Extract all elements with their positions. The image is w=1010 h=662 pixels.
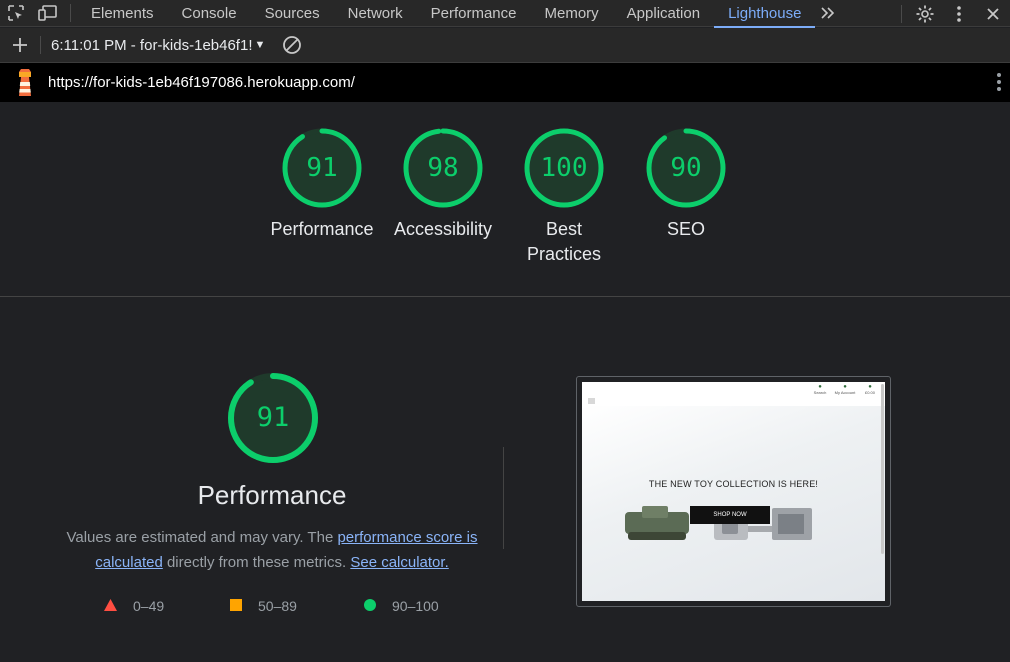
screenshot-image: ● Search ● My Account ● £0.00 THE NEW TO…	[582, 382, 885, 601]
gauge-score: 98	[427, 153, 459, 183]
gauge-label: Accessibility	[393, 219, 493, 239]
gauge-seo[interactable]: 90 SEO	[626, 127, 746, 242]
report-selector-label: 6:11:01 PM - for-kids-1eb46f1!	[51, 36, 253, 54]
section-divider	[503, 447, 504, 549]
site-account-label: My Account	[834, 390, 856, 395]
orange-square-icon	[230, 598, 242, 614]
gauge-label: SEO	[666, 219, 705, 239]
report-url[interactable]: https://for-kids-1eb46f197086.herokuapp.…	[48, 74, 355, 91]
final-screenshot-thumbnail[interactable]: ● Search ● My Account ● £0.00 THE NEW TO…	[576, 376, 891, 607]
score-summary: 91 Performance 98 Accessibility 100 Best…	[0, 102, 1010, 297]
report-selector[interactable]: 6:11:01 PM - for-kids-1eb46f1! ▼	[51, 37, 265, 54]
gauge-accessibility[interactable]: 98 Accessibility	[383, 127, 503, 242]
performance-description: Values are estimated and may vary. The p…	[62, 525, 482, 575]
toolbar-divider	[40, 36, 41, 54]
gauge-ring: 91	[281, 127, 363, 209]
more-tabs-chevron-icon[interactable]	[815, 0, 841, 27]
legend-range: 50–89	[258, 598, 297, 614]
legend-range: 0–49	[133, 598, 165, 614]
gauge-score: 91	[306, 153, 338, 183]
report-url-bar: https://for-kids-1eb46f197086.herokuapp.…	[0, 63, 1010, 102]
tab-sources[interactable]: Sources	[251, 0, 334, 27]
toolbar-divider	[70, 4, 71, 22]
performance-score: 91	[256, 402, 290, 433]
kebab-menu-icon[interactable]	[942, 0, 976, 27]
gauge-score: 90	[670, 153, 702, 183]
desc-text: directly from these metrics.	[162, 554, 351, 571]
gauge-label: Performance	[270, 219, 374, 239]
settings-gear-icon[interactable]	[908, 0, 942, 27]
select-element-icon[interactable]	[0, 0, 32, 27]
tab-network[interactable]: Network	[334, 0, 417, 27]
dropdown-caret-icon: ▼	[254, 39, 266, 51]
report-menu-kebab-icon[interactable]	[996, 71, 1002, 98]
tab-memory[interactable]: Memory	[531, 0, 613, 27]
tab-elements[interactable]: Elements	[77, 0, 168, 27]
site-search: ● Search	[809, 384, 831, 395]
shop-now-button: SHOP NOW	[690, 506, 770, 524]
hamburger-icon	[588, 391, 595, 409]
lighthouse-toolbar: 6:11:01 PM - for-kids-1eb46f1! ▼	[0, 28, 1010, 63]
site-basket: ● £0.00	[859, 384, 881, 395]
tab-lighthouse[interactable]: Lighthouse	[714, 0, 816, 28]
tab-application[interactable]: Application	[613, 0, 714, 27]
legend-range: 90–100	[392, 598, 439, 614]
gauge-score: 100	[540, 153, 588, 183]
performance-big-gauge: 91	[226, 371, 320, 465]
gauge-best-practices[interactable]: 100 Best Practices	[504, 127, 624, 267]
gauge-performance[interactable]: 91 Performance	[262, 127, 382, 242]
legend-pass: 90–100	[364, 598, 439, 614]
close-icon[interactable]	[976, 0, 1010, 27]
devtools-tab-bar: Elements Console Sources Network Perform…	[0, 0, 1010, 28]
gauge-ring: 100	[523, 127, 605, 209]
thumbnail-scrollbar	[881, 384, 884, 554]
site-header: ● Search ● My Account ● £0.00	[582, 382, 885, 406]
site-account: ● My Account	[834, 384, 856, 395]
toy-tank-image	[622, 502, 692, 542]
device-toolbar-icon[interactable]	[32, 0, 64, 27]
tab-console[interactable]: Console	[168, 0, 251, 27]
gauge-ring: 98	[402, 127, 484, 209]
lighthouse-logo-icon	[14, 68, 36, 98]
green-circle-icon	[364, 598, 376, 614]
see-calculator-link[interactable]: See calculator.	[350, 554, 448, 571]
performance-section: 91 Performance Values are estimated and …	[0, 297, 1010, 662]
performance-title: Performance	[197, 480, 347, 510]
hero-headline: THE NEW TOY COLLECTION IS HERE!	[648, 479, 819, 489]
site-search-label: Search	[813, 390, 827, 395]
gauge-label: Best Practices	[526, 219, 602, 264]
desc-text: Values are estimated and may vary. The	[66, 529, 338, 546]
legend-average: 50–89	[230, 598, 297, 614]
legend-fail: 0–49	[104, 598, 164, 614]
gauge-ring: 90	[645, 127, 727, 209]
toolbar-divider	[901, 4, 902, 23]
tab-performance[interactable]: Performance	[417, 0, 531, 27]
new-report-plus-icon[interactable]	[0, 28, 40, 63]
red-triangle-icon	[104, 598, 117, 614]
clear-reports-block-icon[interactable]	[275, 28, 309, 63]
site-basket-label: £0.00	[864, 390, 875, 395]
